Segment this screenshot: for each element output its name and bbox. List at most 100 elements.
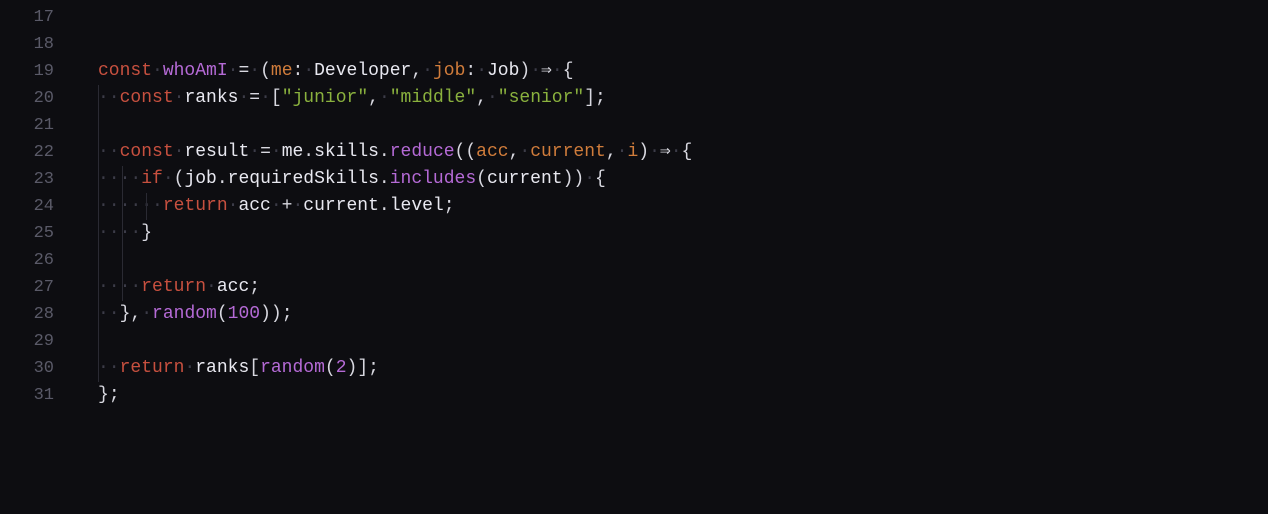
- token-ws: ·: [249, 142, 260, 162]
- code-line[interactable]: ······return·acc·+·current.level;: [98, 193, 1268, 220]
- token-fn: reduce: [390, 142, 455, 162]
- token-op: +: [282, 196, 293, 216]
- token-ws: ·: [552, 61, 563, 81]
- token-ws: ····: [98, 223, 141, 243]
- token-punct: (: [174, 169, 185, 189]
- line-number: 21: [0, 112, 76, 139]
- token-ws: ·: [649, 142, 660, 162]
- token-ws: ··: [98, 358, 120, 378]
- token-op: .: [303, 142, 314, 162]
- code-line[interactable]: [98, 4, 1268, 31]
- code-line[interactable]: ··const·result·=·me.skills.reduce((acc,·…: [98, 139, 1268, 166]
- code-line[interactable]: [98, 31, 1268, 58]
- indent-guide: [98, 193, 99, 220]
- token-ws: ·: [206, 277, 217, 297]
- indent-guide: [98, 85, 99, 112]
- code-line[interactable]: ····if·(job.requiredSkills.includes(curr…: [98, 166, 1268, 193]
- token-param: current: [530, 142, 606, 162]
- token-ws: ·: [249, 61, 260, 81]
- code-line[interactable]: };: [98, 382, 1268, 409]
- token-kw: const: [98, 61, 152, 81]
- code-editor[interactable]: 171819202122232425262728293031 const·who…: [0, 0, 1268, 514]
- token-num: 100: [228, 304, 260, 324]
- line-number: 20: [0, 85, 76, 112]
- token-ws: ·: [487, 88, 498, 108]
- token-op: ;: [109, 385, 120, 405]
- line-number: 28: [0, 301, 76, 328]
- token-op: .: [217, 169, 228, 189]
- indent-guide: [98, 139, 99, 166]
- token-ws: ·: [671, 142, 682, 162]
- token-punct: (: [455, 142, 466, 162]
- token-ws: ··: [98, 88, 120, 108]
- token-ident: current: [487, 169, 563, 189]
- token-punct: ): [519, 61, 530, 81]
- token-fn: random: [152, 304, 217, 324]
- code-line[interactable]: const·whoAmI·=·(me:·Developer,·job:·Job)…: [98, 58, 1268, 85]
- token-punct: ]: [357, 358, 368, 378]
- line-number: 26: [0, 247, 76, 274]
- token-ident: skills: [314, 142, 379, 162]
- token-punct: [: [271, 88, 282, 108]
- token-ws: ·: [141, 304, 152, 324]
- token-punct: ]: [584, 88, 595, 108]
- token-ws: ·: [292, 196, 303, 216]
- token-fn: random: [260, 358, 325, 378]
- line-number: 27: [0, 274, 76, 301]
- token-ws: ·: [174, 142, 185, 162]
- token-punct: (: [465, 142, 476, 162]
- token-op: ;: [282, 304, 293, 324]
- token-ws: ·: [422, 61, 433, 81]
- token-op: =: [249, 88, 260, 108]
- token-op: ;: [368, 358, 379, 378]
- indent-guide: [98, 166, 99, 193]
- token-string: "junior": [282, 88, 368, 108]
- indent-guide: [98, 301, 99, 328]
- code-line[interactable]: ····}: [98, 220, 1268, 247]
- code-line[interactable]: [98, 247, 1268, 274]
- line-number: 29: [0, 328, 76, 355]
- token-ws: ·: [584, 169, 595, 189]
- token-punct: {: [563, 61, 574, 81]
- token-ws: ······: [98, 196, 163, 216]
- token-ws: ·: [530, 61, 541, 81]
- token-string: "senior": [498, 88, 584, 108]
- token-ident: requiredSkills: [228, 169, 379, 189]
- code-line[interactable]: ····return·acc;: [98, 274, 1268, 301]
- code-line[interactable]: [98, 112, 1268, 139]
- token-ident: ranks: [184, 88, 238, 108]
- code-line[interactable]: ··const·ranks·=·["junior",·"middle",·"se…: [98, 85, 1268, 112]
- token-ident: current: [303, 196, 379, 216]
- token-ws: ·: [519, 142, 530, 162]
- token-op: ,: [509, 142, 520, 162]
- token-param: i: [627, 142, 638, 162]
- token-arrow: ⇒: [541, 61, 552, 81]
- token-punct: (: [476, 169, 487, 189]
- line-number: 23: [0, 166, 76, 193]
- code-line[interactable]: ··return·ranks[random(2)];: [98, 355, 1268, 382]
- code-area[interactable]: const·whoAmI·=·(me:·Developer,·job:·Job)…: [76, 0, 1268, 514]
- line-number: 30: [0, 355, 76, 382]
- indent-guide: [122, 220, 123, 247]
- token-op: ,: [476, 88, 487, 108]
- indent-guide: [98, 112, 99, 139]
- token-op: :: [465, 61, 476, 81]
- line-number: 18: [0, 31, 76, 58]
- token-type: Developer: [314, 61, 411, 81]
- token-punct: [: [249, 358, 260, 378]
- code-line[interactable]: [98, 328, 1268, 355]
- token-ws: ·: [617, 142, 628, 162]
- line-number-gutter: 171819202122232425262728293031: [0, 0, 76, 514]
- token-op: .: [379, 142, 390, 162]
- token-fn: includes: [390, 169, 476, 189]
- token-ident: job: [184, 169, 216, 189]
- indent-guide: [122, 247, 123, 274]
- token-param: job: [433, 61, 465, 81]
- token-ws: ·: [174, 88, 185, 108]
- token-arrow: ⇒: [660, 142, 671, 162]
- token-ident: ranks: [195, 358, 249, 378]
- token-string: "middle": [390, 88, 476, 108]
- code-line[interactable]: ··},·random(100));: [98, 301, 1268, 328]
- token-op: ;: [595, 88, 606, 108]
- token-ws: ·: [238, 88, 249, 108]
